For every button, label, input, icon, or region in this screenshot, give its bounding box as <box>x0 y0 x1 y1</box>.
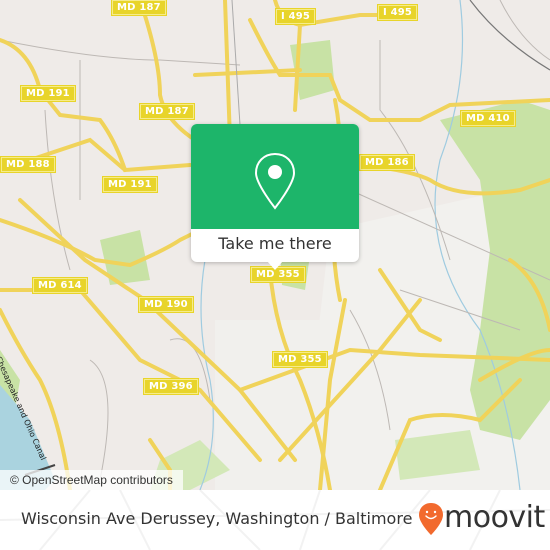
footer-bar: Wisconsin Ave Derussey, Washington / Bal… <box>0 490 550 550</box>
road-label-md190: MD 190 <box>139 297 193 312</box>
road-label-i495: I 495 <box>378 5 418 20</box>
road-label-md187: MD 187 <box>140 104 194 119</box>
popup-header <box>191 124 359 229</box>
road-label-md614: MD 614 <box>33 278 87 293</box>
moovit-pin-icon <box>419 503 443 535</box>
take-me-there-button[interactable]: Take me there <box>191 229 359 262</box>
road-label-md187: MD 187 <box>112 0 166 15</box>
place-name: Wisconsin Ave Derussey, Washington / Bal… <box>21 509 413 528</box>
road-label-md188: MD 188 <box>1 157 55 172</box>
road-label-md410: MD 410 <box>461 111 515 126</box>
road-label-i495: I 495 <box>276 9 316 24</box>
location-popup: Take me there <box>191 124 359 270</box>
road-label-md355: MD 355 <box>273 352 327 367</box>
road-label-md396: MD 396 <box>144 379 198 394</box>
road-label-md186: MD 186 <box>360 155 414 170</box>
road-label-md191: MD 191 <box>103 177 157 192</box>
road-label-md191: MD 191 <box>21 86 75 101</box>
map-view[interactable]: MD 187 I 495 I 495 MD 191 MD 187 MD 410 … <box>0 0 550 490</box>
moovit-wordmark: moovit <box>444 500 545 535</box>
popup-pointer <box>267 261 283 270</box>
map-pin-icon <box>254 152 296 210</box>
map-attribution[interactable]: © OpenStreetMap contributors <box>0 470 183 490</box>
